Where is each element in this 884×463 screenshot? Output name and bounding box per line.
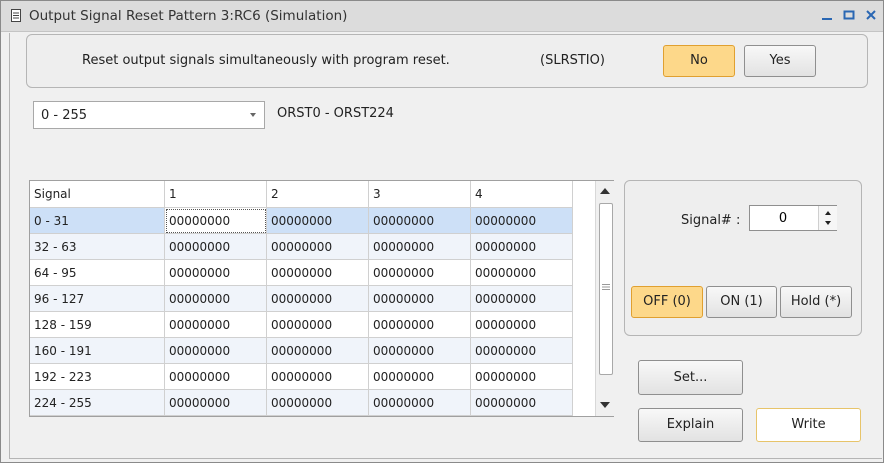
table-row[interactable]: 128 - 159 00000000 00000000 00000000 000… [30, 311, 573, 338]
reset-description: Reset output signals simultaneously with… [82, 53, 450, 68]
row-signal-range[interactable]: 0 - 31 [30, 207, 165, 234]
minimize-icon[interactable] [819, 7, 835, 23]
scrollbar-thumb[interactable] [599, 203, 613, 375]
table-cell[interactable]: 00000000 [470, 285, 573, 312]
column-header-1[interactable]: 1 [164, 181, 267, 208]
reset-variable-label: (SLRSTIO) [540, 53, 605, 68]
maximize-icon[interactable] [841, 7, 857, 23]
hold-button[interactable]: Hold (*) [780, 286, 852, 318]
table-cell[interactable]: 00000000 [368, 389, 471, 416]
table-cell[interactable]: 00000000 [470, 311, 573, 338]
on-button[interactable]: ON (1) [706, 286, 777, 318]
table-row[interactable]: 96 - 127 00000000 00000000 00000000 0000… [30, 285, 573, 312]
table-cell[interactable]: 00000000 [470, 207, 573, 234]
table-cell[interactable]: 00000000 [164, 337, 267, 364]
reset-panel: Reset output signals simultaneously with… [26, 34, 868, 88]
table-cell[interactable]: 00000000 [164, 363, 267, 390]
table-cell[interactable]: 00000000 [470, 259, 573, 286]
table-cell[interactable]: 00000000 [368, 363, 471, 390]
table-cell[interactable]: 00000000 [470, 233, 573, 260]
table-cell[interactable]: 00000000 [368, 285, 471, 312]
table-cell[interactable]: 00000000 [266, 259, 369, 286]
signal-number-stepper[interactable]: 0 [749, 205, 837, 231]
table-cell[interactable]: 00000000 [368, 233, 471, 260]
signal-panel: Signal# : 0 OFF (0) ON (1) Hold (*) [624, 180, 862, 336]
chevron-down-icon [250, 113, 256, 117]
signal-range-label: ORST0 - ORST224 [277, 106, 394, 121]
table-row[interactable]: 224 - 255 00000000 00000000 00000000 000… [30, 389, 573, 416]
column-header-3[interactable]: 3 [368, 181, 471, 208]
grid-scrollbar[interactable] [595, 181, 614, 416]
spin-down-icon[interactable] [823, 220, 833, 227]
table-cell[interactable]: 00000000 [266, 337, 369, 364]
column-header-4[interactable]: 4 [470, 181, 573, 208]
column-header-signal[interactable]: Signal [30, 181, 165, 208]
table-row[interactable]: 64 - 95 00000000 00000000 00000000 00000… [30, 259, 573, 286]
off-button[interactable]: OFF (0) [631, 286, 703, 318]
table-cell[interactable]: 00000000 [368, 337, 471, 364]
table-cell[interactable]: 00000000 [266, 389, 369, 416]
table-cell[interactable]: 00000000 [368, 311, 471, 338]
table-cell[interactable]: 00000000 [164, 311, 267, 338]
set-button[interactable]: Set... [638, 360, 743, 395]
row-signal-range[interactable]: 160 - 191 [30, 337, 165, 364]
range-dropdown[interactable]: 0 - 255 [33, 101, 265, 129]
table-cell[interactable]: 00000000 [368, 259, 471, 286]
table-cell[interactable]: 00000000 [164, 233, 267, 260]
document-icon [11, 9, 21, 22]
scroll-up-icon[interactable] [597, 182, 613, 200]
title-bar[interactable]: Output Signal Reset Pattern 3:RC6 (Simul… [1, 1, 883, 32]
table-cell[interactable]: 00000000 [164, 285, 267, 312]
dialog-window: Output Signal Reset Pattern 3:RC6 (Simul… [0, 0, 884, 463]
window-title: Output Signal Reset Pattern 3:RC6 (Simul… [29, 8, 348, 24]
table-row[interactable]: 0 - 31 00000000 00000000 00000000 000000… [30, 207, 573, 234]
close-icon[interactable] [863, 7, 879, 23]
table-cell[interactable]: 00000000 [470, 363, 573, 390]
explain-button[interactable]: Explain [638, 408, 743, 442]
signal-number-label: Signal# : [681, 213, 741, 228]
row-signal-range[interactable]: 192 - 223 [30, 363, 165, 390]
row-signal-range[interactable]: 224 - 255 [30, 389, 165, 416]
table-row[interactable]: 160 - 191 00000000 00000000 00000000 000… [30, 337, 573, 364]
no-button[interactable]: No [663, 45, 735, 77]
row-signal-range[interactable]: 96 - 127 [30, 285, 165, 312]
signal-number-value[interactable]: 0 [750, 211, 816, 226]
row-signal-range[interactable]: 128 - 159 [30, 311, 165, 338]
table-cell[interactable]: 00000000 [266, 233, 369, 260]
yes-button[interactable]: Yes [744, 45, 816, 77]
table-cell[interactable]: 00000000 [164, 259, 267, 286]
table-row[interactable]: 192 - 223 00000000 00000000 00000000 000… [30, 363, 573, 390]
signal-grid: Signal 1 2 3 4 0 - 31 00000000 00000000 … [29, 180, 614, 417]
table-cell[interactable]: 00000000 [266, 285, 369, 312]
spin-up-icon[interactable] [823, 209, 833, 216]
scroll-down-icon[interactable] [597, 396, 613, 414]
table-cell[interactable]: 00000000 [164, 389, 267, 416]
write-button[interactable]: Write [756, 408, 861, 442]
signal-table: Signal 1 2 3 4 0 - 31 00000000 00000000 … [30, 181, 573, 416]
table-cell[interactable]: 00000000 [470, 389, 573, 416]
row-signal-range[interactable]: 32 - 63 [30, 233, 165, 260]
table-cell[interactable]: 00000000 [266, 363, 369, 390]
range-selected-value: 0 - 255 [41, 108, 88, 123]
table-cell[interactable]: 00000000 [470, 337, 573, 364]
row-signal-range[interactable]: 64 - 95 [30, 259, 165, 286]
column-header-2[interactable]: 2 [266, 181, 369, 208]
spin-buttons[interactable] [818, 206, 837, 230]
table-cell[interactable]: 00000000 [164, 207, 267, 234]
table-row[interactable]: 32 - 63 00000000 00000000 00000000 00000… [30, 233, 573, 260]
table-cell[interactable]: 00000000 [266, 207, 369, 234]
grip-icon [602, 284, 610, 290]
table-cell[interactable]: 00000000 [266, 311, 369, 338]
grid-header-row: Signal 1 2 3 4 [30, 181, 573, 208]
table-cell[interactable]: 00000000 [368, 207, 471, 234]
